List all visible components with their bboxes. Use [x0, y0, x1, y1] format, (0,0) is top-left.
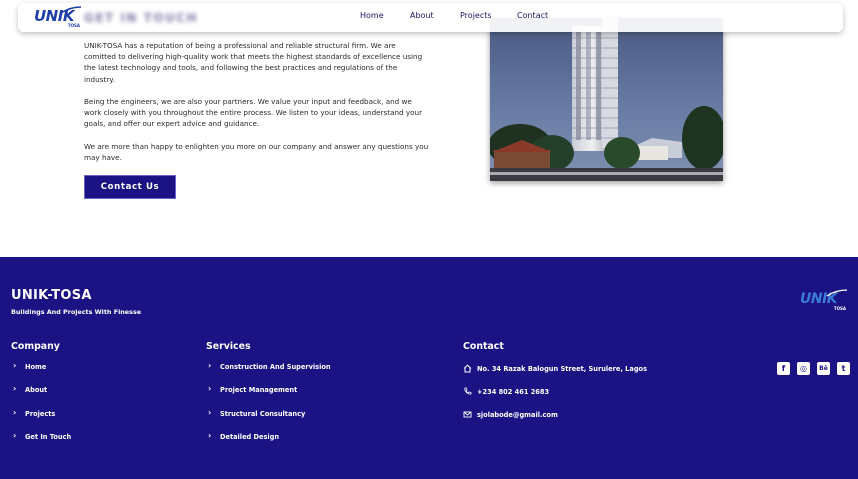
about-paragraph-3: We are more than happy to enlighten you …	[84, 142, 429, 163]
contact-phone-text: +234 802 461 2683	[477, 388, 550, 396]
chevron-right-icon: ›	[208, 430, 212, 440]
service-label: Structural Consultancy	[220, 409, 306, 418]
twitter-icon[interactable]: t	[837, 362, 850, 375]
contact-heading: Contact	[463, 341, 504, 352]
service-label: Construction And Supervision	[220, 363, 331, 371]
section-title: GET IN TOUCH	[84, 11, 199, 25]
about-section: UNIK TOSA GET IN TOUCH Home About Projec…	[0, 0, 858, 257]
company-list: › Home › About › Projects › Get In Touch	[11, 361, 72, 456]
service-label: Project Management	[220, 386, 298, 395]
chevron-right-icon: ›	[208, 407, 212, 417]
footer-link-label: Get In Touch	[25, 432, 72, 441]
footer-link-about[interactable]: › About	[11, 384, 71, 409]
services-list: › Construction And Supervision › Project M…	[206, 361, 331, 456]
company-heading: Company	[11, 341, 60, 352]
chevron-right-icon: ›	[208, 384, 212, 394]
home-icon	[463, 364, 472, 373]
footer-tagline: Buildings And Projects With Finesse	[11, 308, 142, 316]
service-detailed-design[interactable]: › Detailed Design	[206, 430, 331, 456]
contact-email-text: sjolabode@gmail.com	[477, 411, 558, 419]
service-project-management[interactable]: › Project Management	[206, 384, 331, 409]
footer-link-projects[interactable]: › Projects	[11, 407, 71, 433]
service-label: Detailed Design	[220, 432, 280, 441]
chevron-right-icon: ›	[13, 384, 17, 394]
chevron-right-icon: ›	[208, 361, 212, 370]
mail-icon	[463, 411, 472, 418]
nav-projects[interactable]: Projects	[460, 11, 492, 20]
facebook-icon[interactable]: f	[777, 362, 790, 375]
behance-icon[interactable]: Bē	[817, 362, 830, 375]
navbar: UNIK TOSA GET IN TOUCH Home About Projec…	[18, 3, 843, 32]
nav-home[interactable]: Home	[360, 11, 384, 20]
building-photo	[490, 18, 723, 181]
footer-brand: UNIK-TOSA	[11, 288, 92, 303]
footer-link-home[interactable]: › Home	[11, 361, 71, 386]
chevron-right-icon: ›	[13, 361, 17, 370]
about-paragraph-1: UNIK-TOSA has a reputation of being a pr…	[84, 41, 423, 84]
logo-swoosh-icon	[60, 6, 82, 14]
nav-contact[interactable]: Contact	[517, 11, 548, 20]
footer-link-label: About	[25, 386, 48, 395]
service-construction[interactable]: › Construction And Supervision	[206, 361, 331, 386]
footer-logo-subtext: TOSA	[833, 306, 846, 311]
services-heading: Services	[206, 341, 251, 352]
footer-logo[interactable]: UNIK TOSA	[800, 289, 848, 315]
contact-us-button[interactable]: Contact Us	[84, 175, 176, 199]
header-logo[interactable]: UNIK TOSA	[34, 6, 82, 29]
instagram-icon[interactable]: ◎	[797, 362, 810, 375]
footer-link-label: Projects	[25, 409, 56, 418]
nav-about[interactable]: About	[410, 11, 434, 20]
footer-link-label: Home	[25, 363, 47, 371]
phone-icon	[464, 387, 472, 395]
footer: UNIK-TOSA Buildings And Projects With Fi…	[0, 257, 858, 479]
footer-logo-swoosh-icon	[826, 289, 848, 297]
footer-link-get-in-touch[interactable]: › Get In Touch	[11, 430, 72, 456]
service-structural-consultancy[interactable]: › Structural Consultancy	[206, 407, 331, 433]
chevron-right-icon: ›	[13, 407, 17, 417]
about-paragraph-2: Being the engineers, we are also your pa…	[84, 97, 423, 129]
logo-subtext: TOSA	[67, 23, 80, 28]
chevron-right-icon: ›	[13, 430, 17, 440]
contact-address-text: No. 34 Razak Balogun Street, Surulere, L…	[477, 365, 648, 373]
